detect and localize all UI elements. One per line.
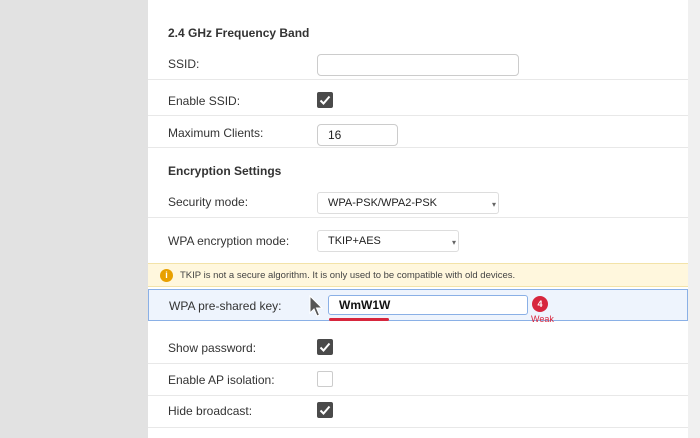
- hide-broadcast-row: Hide broadcast:: [148, 396, 688, 428]
- ssid-row: SSID:: [148, 48, 688, 80]
- strength-label: Weak: [531, 314, 554, 324]
- enable-ssid-row: Enable SSID:: [148, 84, 688, 116]
- security-mode-row: Security mode: WPA-PSK/WPA2-PSK ▾: [148, 186, 688, 218]
- checkmark-icon: [319, 95, 331, 105]
- psk-row: WPA pre-shared key: WmW1W 4 Weak: [148, 289, 688, 324]
- tkip-warning: i TKIP is not a secure algorithm. It is …: [148, 263, 688, 287]
- ssid-label: SSID:: [168, 57, 200, 71]
- security-mode-select[interactable]: WPA-PSK/WPA2-PSK ▾: [317, 192, 499, 214]
- info-icon: i: [160, 269, 173, 282]
- checkmark-icon: [319, 405, 331, 415]
- chevron-down-icon: ▾: [451, 238, 456, 247]
- wpa-encryption-label: WPA encryption mode:: [168, 234, 290, 248]
- wpa-encryption-select[interactable]: TKIP+AES ▾: [317, 230, 459, 252]
- ssid-input[interactable]: [317, 54, 519, 76]
- show-password-row: Show password:: [148, 332, 688, 364]
- right-gutter: [688, 0, 700, 438]
- show-password-label: Show password:: [168, 341, 257, 355]
- hide-broadcast-checkbox[interactable]: [317, 402, 333, 418]
- chevron-down-icon: ▾: [491, 200, 496, 209]
- wpa-encryption-value: TKIP+AES: [328, 235, 381, 247]
- wpa-encryption-row: WPA encryption mode: TKIP+AES ▾: [148, 226, 688, 258]
- security-mode-value: WPA-PSK/WPA2-PSK: [328, 197, 438, 209]
- left-sidebar-area: [0, 0, 148, 438]
- band-header-row: 2.4 GHz Frequency Band: [148, 14, 688, 46]
- checkmark-icon: [319, 342, 331, 352]
- encryption-header-row: Encryption Settings: [148, 152, 688, 184]
- mouse-cursor-icon: [309, 295, 323, 317]
- ap-isolation-label: Enable AP isolation:: [168, 373, 275, 387]
- encryption-title: Encryption Settings: [168, 164, 282, 178]
- ap-isolation-checkbox[interactable]: [317, 371, 333, 387]
- enable-ssid-label: Enable SSID:: [168, 94, 241, 108]
- warning-text: TKIP is not a secure algorithm. It is on…: [180, 270, 516, 281]
- strength-underline: [329, 318, 389, 321]
- hide-broadcast-label: Hide broadcast:: [168, 404, 253, 418]
- max-clients-row: Maximum Clients: 16: [148, 116, 688, 148]
- max-clients-label: Maximum Clients:: [168, 126, 264, 140]
- ap-isolation-row: Enable AP isolation:: [148, 364, 688, 396]
- security-mode-label: Security mode:: [168, 195, 249, 209]
- band-title: 2.4 GHz Frequency Band: [168, 26, 310, 40]
- show-password-checkbox[interactable]: [317, 339, 333, 355]
- strength-badge: 4: [532, 296, 548, 312]
- max-clients-input[interactable]: 16: [317, 124, 398, 146]
- psk-label: WPA pre-shared key:: [169, 299, 282, 313]
- enable-ssid-checkbox[interactable]: [317, 92, 333, 108]
- psk-input[interactable]: WmW1W: [328, 295, 528, 315]
